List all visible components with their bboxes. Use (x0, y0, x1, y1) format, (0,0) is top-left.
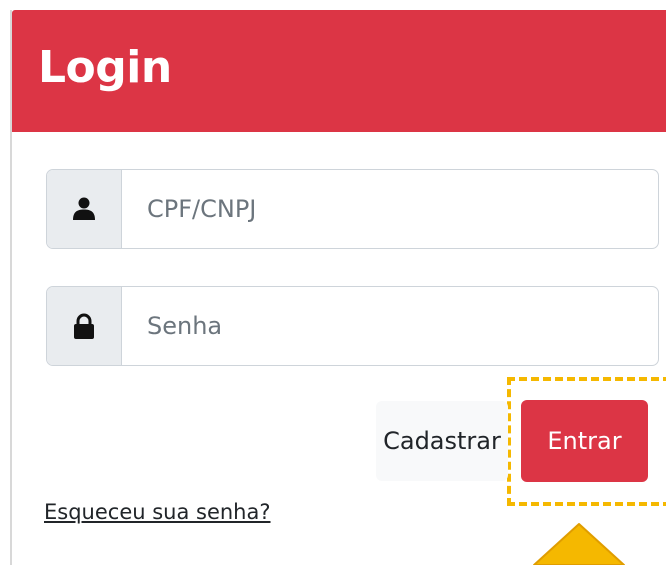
user-icon-glyph (73, 197, 95, 220)
register-button[interactable]: Cadastrar (376, 401, 508, 481)
password-field[interactable] (122, 287, 658, 365)
page-title: Login (38, 42, 172, 93)
login-card: Login Cadastrar Entrar Esqueceu (12, 10, 666, 565)
user-icon (47, 170, 122, 248)
cpf-cnpj-field[interactable] (122, 170, 658, 248)
password-input-group (46, 286, 659, 366)
card-header: Login (12, 10, 666, 132)
forgot-password-link[interactable]: Esqueceu sua senha? (44, 497, 271, 527)
lock-icon-glyph (74, 313, 94, 339)
login-button[interactable]: Entrar (521, 400, 648, 482)
page: Login Cadastrar Entrar Esqueceu (0, 0, 666, 565)
pointer-arrow-icon (533, 523, 625, 565)
user-input-group (46, 169, 659, 249)
lock-icon (47, 287, 122, 365)
